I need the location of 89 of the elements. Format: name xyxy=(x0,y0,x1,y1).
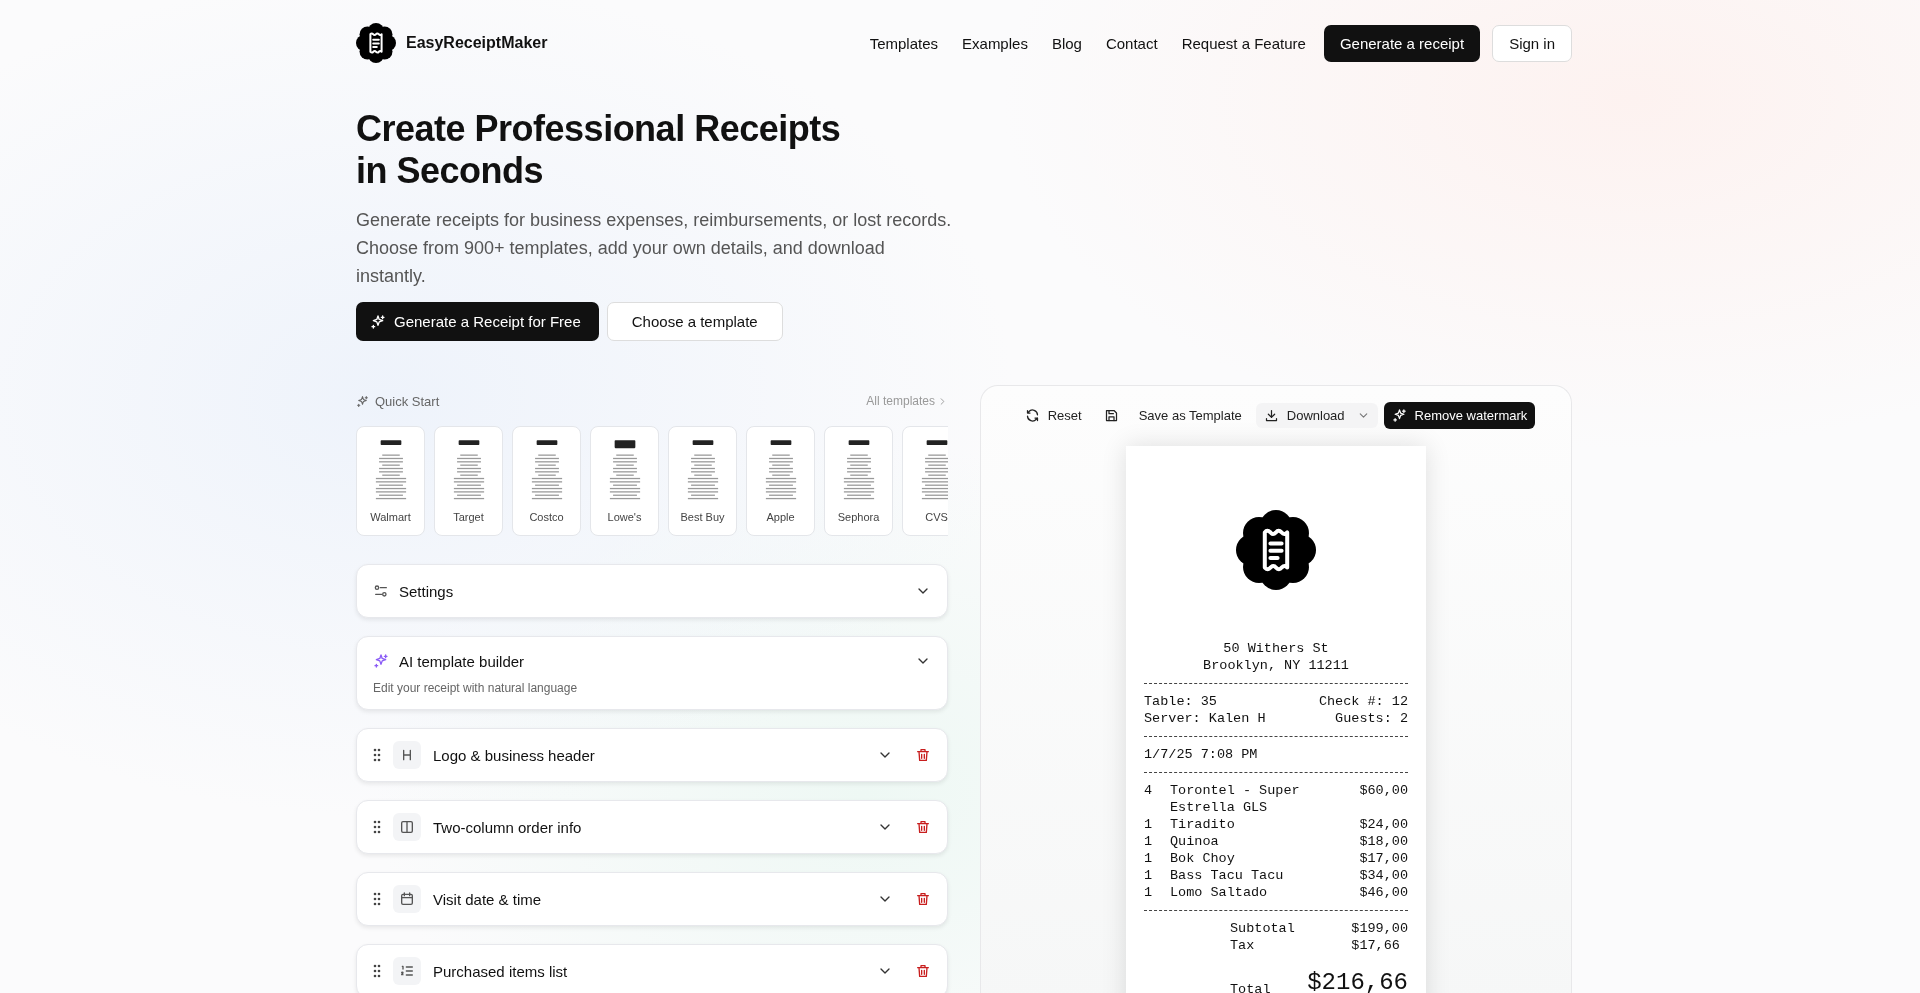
choose-template-button[interactable]: Choose a template xyxy=(606,302,783,341)
template-card[interactable]: Target xyxy=(434,426,503,536)
item-quantity: 1 xyxy=(1144,816,1154,833)
calendar-icon xyxy=(399,891,415,907)
sparkles-icon xyxy=(370,313,386,330)
template-card[interactable]: Costco xyxy=(512,426,581,536)
nav-link[interactable]: Examples xyxy=(950,26,1040,60)
nav-link[interactable]: Request a Feature xyxy=(1169,26,1318,60)
item-quantity: 1 xyxy=(1144,833,1154,850)
section-panel[interactable]: Visit date & time xyxy=(356,872,948,926)
reset-button[interactable]: Reset xyxy=(1016,402,1090,428)
template-card[interactable]: Lowe's xyxy=(590,426,659,536)
section-panel[interactable]: Logo & business header xyxy=(356,728,948,782)
section-title: Visit date & time xyxy=(433,890,543,908)
item-quantity: 4 xyxy=(1144,782,1154,800)
item-name: Bok Choy xyxy=(1170,850,1236,867)
item-price: $60,00 xyxy=(1359,782,1408,800)
trash-icon xyxy=(915,747,931,763)
section-panel[interactable]: Purchased items list xyxy=(356,944,948,993)
template-card[interactable]: Sephora xyxy=(824,426,893,536)
item-price: $34,00 xyxy=(1359,867,1408,884)
sign-in-button[interactable]: Sign in xyxy=(1492,24,1572,62)
total-value: $17,66 xyxy=(1351,937,1401,954)
ai-builder-title: AI template builder xyxy=(399,652,526,670)
drag-handle-icon[interactable] xyxy=(373,892,381,906)
item-name: Quinoa xyxy=(1170,833,1220,850)
quick-start-label: Quick Start xyxy=(375,393,440,409)
nav-link[interactable]: Contact xyxy=(1093,26,1170,60)
template-card[interactable]: Apple xyxy=(746,426,815,536)
template-card[interactable]: Walmart xyxy=(356,426,425,536)
drag-handle-icon[interactable] xyxy=(373,748,381,762)
save-template-button[interactable]: Save as Template xyxy=(1095,402,1250,428)
trash-icon xyxy=(915,963,931,979)
total-label: Subtotal xyxy=(1230,920,1296,937)
sparkles-icon xyxy=(373,653,389,669)
generate-free-button[interactable]: Generate a Receipt for Free xyxy=(356,302,599,341)
hero-title: Create Professional Receipts in Seconds xyxy=(356,108,842,192)
item-quantity: 1 xyxy=(1144,884,1154,901)
receipt-datetime: 1/7/25 7:08 PM xyxy=(1144,746,1259,763)
item-name: Torontel - Super Estrella GLS xyxy=(1170,782,1301,816)
order-info-text: Table: 35 xyxy=(1144,693,1217,710)
columns-icon xyxy=(399,819,415,835)
total-value: $199,00 xyxy=(1351,920,1408,937)
address-line: Brooklyn, NY 11211 xyxy=(1202,657,1350,674)
ai-builder-subtitle: Edit your receipt with natural language xyxy=(373,681,579,695)
nav-link[interactable]: Templates xyxy=(857,26,951,60)
grand-total-value: $216,66 xyxy=(1307,968,1408,993)
template-card[interactable]: Best Buy xyxy=(668,426,737,536)
total-label: Total xyxy=(1230,981,1272,993)
drag-handle-icon[interactable] xyxy=(373,820,381,834)
trash-icon xyxy=(915,891,931,907)
settings-title: Settings xyxy=(399,582,455,600)
section-title: Two-column order info xyxy=(433,818,583,836)
settings-panel[interactable]: Settings xyxy=(356,564,948,618)
item-quantity: 1 xyxy=(1144,850,1154,867)
order-info-text: Server: Kalen H xyxy=(1144,710,1266,727)
brand-name[interactable]: EasyReceiptMaker xyxy=(406,34,548,52)
logo-icon xyxy=(356,23,396,63)
sparkles-icon xyxy=(356,394,369,408)
numbered-list-icon xyxy=(399,963,415,979)
section-title: Logo & business header xyxy=(433,746,596,764)
sparkles-icon xyxy=(1391,407,1407,423)
ai-builder-panel[interactable]: AI template builder Edit your receipt with natural language xyxy=(356,636,948,710)
item-name: Tiradito xyxy=(1170,816,1236,833)
business-logo-icon xyxy=(1236,510,1316,590)
item-name: Lomo Saltado xyxy=(1170,884,1269,901)
order-info-text: Guests: 2 xyxy=(1335,710,1408,727)
item-price: $46,00 xyxy=(1359,884,1408,901)
section-panel[interactable]: Two-column order info xyxy=(356,800,948,854)
refresh-icon xyxy=(1024,407,1040,423)
hero-subtitle: Generate receipts for business expenses, reimbursements, or lost records. Choose from 900+ templates, add your own details, and download instantly. xyxy=(356,209,953,288)
item-name: Bass Tacu Tacu xyxy=(1170,867,1285,884)
item-price: $17,00 xyxy=(1359,850,1408,867)
download-button[interactable]: Download xyxy=(1255,402,1378,428)
sliders-icon xyxy=(373,583,389,599)
item-quantity: 1 xyxy=(1144,867,1154,884)
item-price: $18,00 xyxy=(1359,833,1408,850)
drag-handle-icon[interactable] xyxy=(373,964,381,978)
section-title: Purchased items list xyxy=(433,962,569,980)
generate-receipt-button[interactable]: Generate a receipt xyxy=(1323,24,1481,62)
trash-icon xyxy=(915,819,931,835)
download-icon xyxy=(1263,407,1279,423)
item-price: $24,00 xyxy=(1359,816,1408,833)
address-line: 50 Withers St xyxy=(1222,640,1330,657)
template-card[interactable]: CVS xyxy=(902,426,948,536)
remove-watermark-button[interactable]: Remove watermark xyxy=(1383,401,1536,429)
order-info-text: Check #: 12 xyxy=(1318,693,1408,710)
total-label: Tax xyxy=(1230,937,1256,954)
nav-link[interactable]: Blog xyxy=(1039,26,1094,60)
